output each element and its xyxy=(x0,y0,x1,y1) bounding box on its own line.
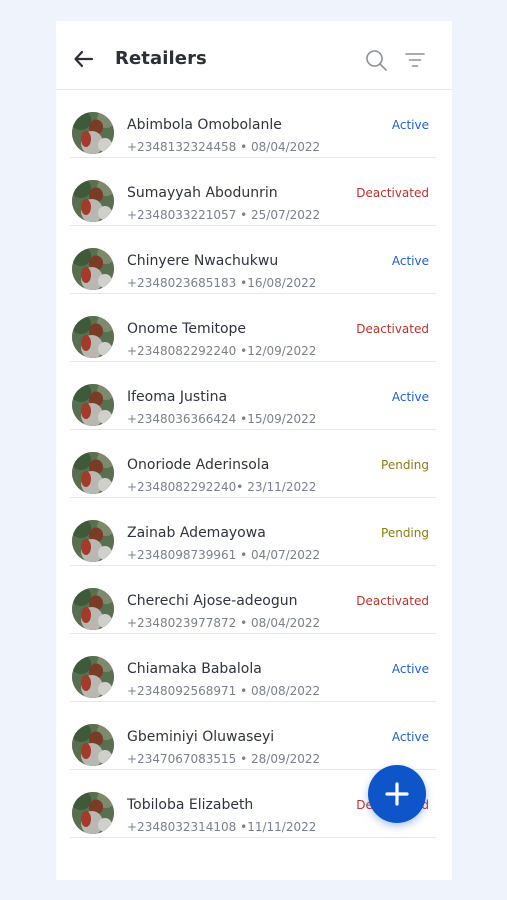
retailer-row[interactable]: Sumayyah Abodunrin +2348033221057 • 25/0… xyxy=(70,158,436,226)
retailer-row[interactable]: Zainab Ademayowa +2348098739961 • 04/07/… xyxy=(70,498,436,566)
retailer-row[interactable]: Cherechi Ajose-adeogun +2348023977872 • … xyxy=(70,566,436,634)
search-button[interactable] xyxy=(364,48,388,72)
retailer-name: Onoriode Aderinsola xyxy=(127,457,270,473)
avatar xyxy=(72,792,114,834)
retailer-row[interactable]: Chinyere Nwachukwu +2348023685183 •16/08… xyxy=(70,226,436,294)
retailer-name: Chiamaka Babalola xyxy=(127,661,262,677)
status-badge: Deactivated xyxy=(356,186,429,200)
avatar xyxy=(72,520,114,562)
avatar xyxy=(72,248,114,290)
status-badge: Deactivated xyxy=(356,322,429,336)
add-retailer-button[interactable] xyxy=(368,765,426,823)
retailer-row[interactable]: Abimbola Omobolanle +2348132324458 • 08/… xyxy=(70,90,436,158)
retailer-phone-date: +2348023685183 •16/08/2022 xyxy=(127,276,317,290)
retailer-row[interactable]: Gbeminiyi Oluwaseyi +2347067083515 • 28/… xyxy=(70,702,436,770)
retailer-phone-date: +2347067083515 • 28/09/2022 xyxy=(127,752,321,766)
page-title: Retailers xyxy=(115,48,207,69)
status-badge: Pending xyxy=(381,458,429,472)
status-badge: Deactivated xyxy=(356,594,429,608)
retailer-phone-date: +2348032314108 •11/11/2022 xyxy=(127,820,317,834)
app-bar: Retailers xyxy=(56,21,452,90)
retailer-name: Onome Temitope xyxy=(127,321,247,337)
back-button[interactable] xyxy=(72,47,96,71)
status-badge: Active xyxy=(391,730,429,744)
retailer-phone-date: +2348033221057 • 25/07/2022 xyxy=(127,208,321,222)
avatar xyxy=(72,112,114,154)
filter-button[interactable] xyxy=(404,49,426,71)
status-badge: Active xyxy=(391,662,429,676)
retailer-name: Ifeoma Justina xyxy=(127,389,228,405)
arrow-left-icon xyxy=(74,50,94,68)
avatar xyxy=(72,452,114,494)
avatar xyxy=(72,724,114,766)
retailer-name: Zainab Ademayowa xyxy=(127,525,266,541)
filter-icon xyxy=(405,53,425,67)
search-icon xyxy=(366,50,387,71)
avatar xyxy=(72,656,114,698)
retailer-phone-date: +2348082292240 •12/09/2022 xyxy=(127,344,317,358)
retailer-phone-date: +2348092568971 • 08/08/2022 xyxy=(127,684,321,698)
avatar xyxy=(72,180,114,222)
status-badge: Active xyxy=(391,118,429,132)
status-badge: Active xyxy=(391,390,429,404)
retailer-row[interactable]: Chiamaka Babalola +2348092568971 • 08/08… xyxy=(70,634,436,702)
retailer-row[interactable]: Ifeoma Justina +2348036366424 •15/09/202… xyxy=(70,362,436,430)
avatar xyxy=(72,316,114,358)
retailer-name: Tobiloba Elizabeth xyxy=(127,797,254,813)
avatar xyxy=(72,384,114,426)
retailer-name: Gbeminiyi Oluwaseyi xyxy=(127,729,275,745)
status-badge: Active xyxy=(391,254,429,268)
retailers-screen: Retailers Abimbola Omobolanle +234813232… xyxy=(56,21,452,880)
retailer-name: Abimbola Omobolanle xyxy=(127,117,282,133)
retailer-list: Abimbola Omobolanle +2348132324458 • 08/… xyxy=(70,90,436,838)
retailer-phone-date: +2348023977872 • 08/04/2022 xyxy=(127,616,321,630)
retailer-row[interactable]: Onome Temitope +2348082292240 •12/09/202… xyxy=(70,294,436,362)
retailer-row[interactable]: Onoriode Aderinsola +2348082292240• 23/1… xyxy=(70,430,436,498)
retailer-name: Sumayyah Abodunrin xyxy=(127,185,278,201)
retailer-name: Cherechi Ajose-adeogun xyxy=(127,593,298,609)
status-badge: Pending xyxy=(381,526,429,540)
retailer-phone-date: +2348082292240• 23/11/2022 xyxy=(127,480,317,494)
plus-icon xyxy=(385,782,409,806)
retailer-phone-date: +2348098739961 • 04/07/2022 xyxy=(127,548,321,562)
avatar xyxy=(72,588,114,630)
retailer-phone-date: +2348132324458 • 08/04/2022 xyxy=(127,140,321,154)
retailer-name: Chinyere Nwachukwu xyxy=(127,253,279,269)
retailer-phone-date: +2348036366424 •15/09/2022 xyxy=(127,412,317,426)
